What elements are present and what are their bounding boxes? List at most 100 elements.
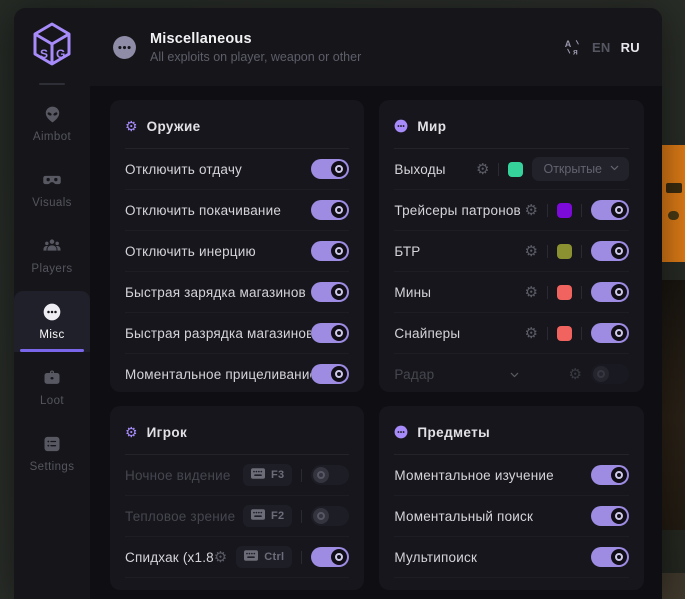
hotkey-label: F3: [271, 469, 284, 481]
toggle-knob: [331, 366, 347, 382]
row-label: Мультипоиск: [394, 550, 591, 565]
sidebar-item-label: Loot: [40, 395, 64, 407]
hotkey-badge[interactable]: F2: [243, 505, 292, 527]
sidebar-item-label: Misc: [39, 329, 64, 341]
toggle-knob: [331, 243, 347, 259]
chevron-down-icon[interactable]: [509, 369, 520, 380]
section-player: ⚙ИгрокНочное видениеF3Тепловое зрениеF2С…: [110, 406, 364, 590]
toggle[interactable]: [311, 364, 349, 384]
toggle[interactable]: [591, 547, 629, 567]
row-night-vision: Ночное видение F3: [125, 455, 349, 496]
toggle-knob: [611, 243, 627, 259]
gear-icon[interactable]: ⚙: [525, 326, 538, 341]
row-controls: [311, 241, 349, 261]
row-controls: ⚙ Открытые: [476, 157, 629, 181]
section-header: ⚙Оружие: [125, 100, 349, 136]
row-instant-search: Моментальный поиск: [394, 496, 629, 537]
row-controls: [311, 159, 349, 179]
dropdown-value: Открытые: [543, 162, 602, 176]
toggle[interactable]: [591, 465, 629, 485]
section-world: МирВыходы⚙ОткрытыеТрейсеры патронов⚙БТР⚙…: [379, 100, 644, 392]
toggle[interactable]: [311, 200, 349, 220]
row-controls: ⚙: [509, 364, 629, 384]
row-controls: [311, 282, 349, 302]
control-divider: [301, 510, 302, 523]
toggle[interactable]: [311, 506, 349, 526]
row-fast-load: Быстрая зарядка магазинов: [125, 272, 349, 313]
settings-icon: [42, 434, 62, 454]
color-swatch[interactable]: [557, 203, 572, 218]
row-controls: ⚙: [525, 282, 629, 302]
hotkey-badge[interactable]: Ctrl: [236, 546, 292, 568]
color-swatch[interactable]: [508, 162, 523, 177]
lang-ru-button[interactable]: RU: [621, 40, 640, 55]
toggle[interactable]: [311, 241, 349, 261]
toggle[interactable]: [311, 547, 349, 567]
section-rows: Отключить отдачуОтключить покачиваниеОтк…: [125, 149, 349, 392]
svg-text:я: я: [573, 48, 578, 57]
toggle[interactable]: [311, 159, 349, 179]
world-dropdown[interactable]: Открытые: [532, 157, 629, 181]
hotkey-label: F2: [271, 510, 284, 522]
color-swatch[interactable]: [557, 244, 572, 259]
row-controls: ⚙ Ctrl: [214, 546, 350, 568]
gear-icon[interactable]: ⚙: [569, 367, 582, 382]
toggle[interactable]: [591, 506, 629, 526]
app-logo: S G: [32, 21, 72, 72]
row-label: Радар: [394, 367, 508, 382]
sidebar-nav: AimbotVisuals Players Misc Loot Settings: [14, 94, 90, 484]
gear-icon[interactable]: ⚙: [525, 285, 538, 300]
toggle[interactable]: [311, 465, 349, 485]
row-label: Ночное видение: [125, 468, 243, 483]
toggle[interactable]: [591, 323, 629, 343]
gear-icon[interactable]: ⚙: [476, 162, 489, 177]
toggle-knob: [611, 467, 627, 483]
ellipsis-circle-icon: [394, 119, 408, 133]
hotkey-badge[interactable]: F3: [243, 464, 292, 486]
section-header: Мир: [394, 100, 629, 136]
gear-icon[interactable]: ⚙: [525, 244, 538, 259]
lang-en-button[interactable]: EN: [592, 40, 611, 55]
row-instant-research: Моментальное изучение: [394, 455, 629, 496]
row-mines: Мины⚙: [394, 272, 629, 313]
sidebar-item-misc[interactable]: Misc: [14, 291, 90, 352]
row-instant-aim: Моментальное прицеливание: [125, 354, 349, 392]
toggle[interactable]: [591, 282, 629, 302]
row-no-recoil: Отключить отдачу: [125, 149, 349, 190]
sidebar-item-loot[interactable]: Loot: [14, 357, 90, 418]
gear-icon: ⚙: [125, 119, 138, 133]
sidebar-item-visuals[interactable]: Visuals: [14, 159, 90, 220]
toggle[interactable]: [591, 200, 629, 220]
content: ⚙Оружие Отключить отдачуОтключить покачив…: [90, 86, 662, 599]
color-swatch[interactable]: [557, 285, 572, 300]
toggle[interactable]: [591, 241, 629, 261]
toggle[interactable]: [591, 364, 629, 384]
color-swatch[interactable]: [557, 326, 572, 341]
control-divider: [581, 245, 582, 258]
keyboard-icon: [251, 468, 265, 482]
keyboard-icon: [251, 509, 265, 523]
toggle[interactable]: [311, 323, 349, 343]
row-label: Выходы: [394, 162, 476, 177]
section-rows: Ночное видениеF3Тепловое зрениеF2Спидхак…: [125, 455, 349, 578]
sidebar-item-settings[interactable]: Settings: [14, 423, 90, 484]
row-exits: Выходы⚙ Открытые: [394, 149, 629, 190]
misc-ellipsis-icon: [112, 35, 137, 60]
row-label: Моментальный поиск: [394, 509, 591, 524]
control-divider: [547, 204, 548, 217]
sidebar-item-label: Settings: [30, 461, 75, 473]
sidebar-item-players[interactable]: Players: [14, 225, 90, 286]
row-label: Тепловое зрение: [125, 509, 243, 524]
row-thermal-vision: Тепловое зрение F2: [125, 496, 349, 537]
gear-icon[interactable]: ⚙: [525, 203, 538, 218]
sidebar-item-label: Players: [31, 263, 72, 275]
row-label: БТР: [394, 244, 524, 259]
header: Miscellaneous All exploits on player, we…: [90, 8, 662, 86]
toggle-knob: [331, 325, 347, 341]
svg-text:A: A: [565, 39, 572, 49]
sidebar-item-aimbot[interactable]: Aimbot: [14, 94, 90, 154]
page-title: Miscellaneous: [150, 31, 361, 47]
game-screen: S G AimbotVisuals Players Misc Loot Settings: [0, 0, 685, 599]
toggle[interactable]: [311, 282, 349, 302]
gear-icon[interactable]: ⚙: [214, 550, 227, 565]
